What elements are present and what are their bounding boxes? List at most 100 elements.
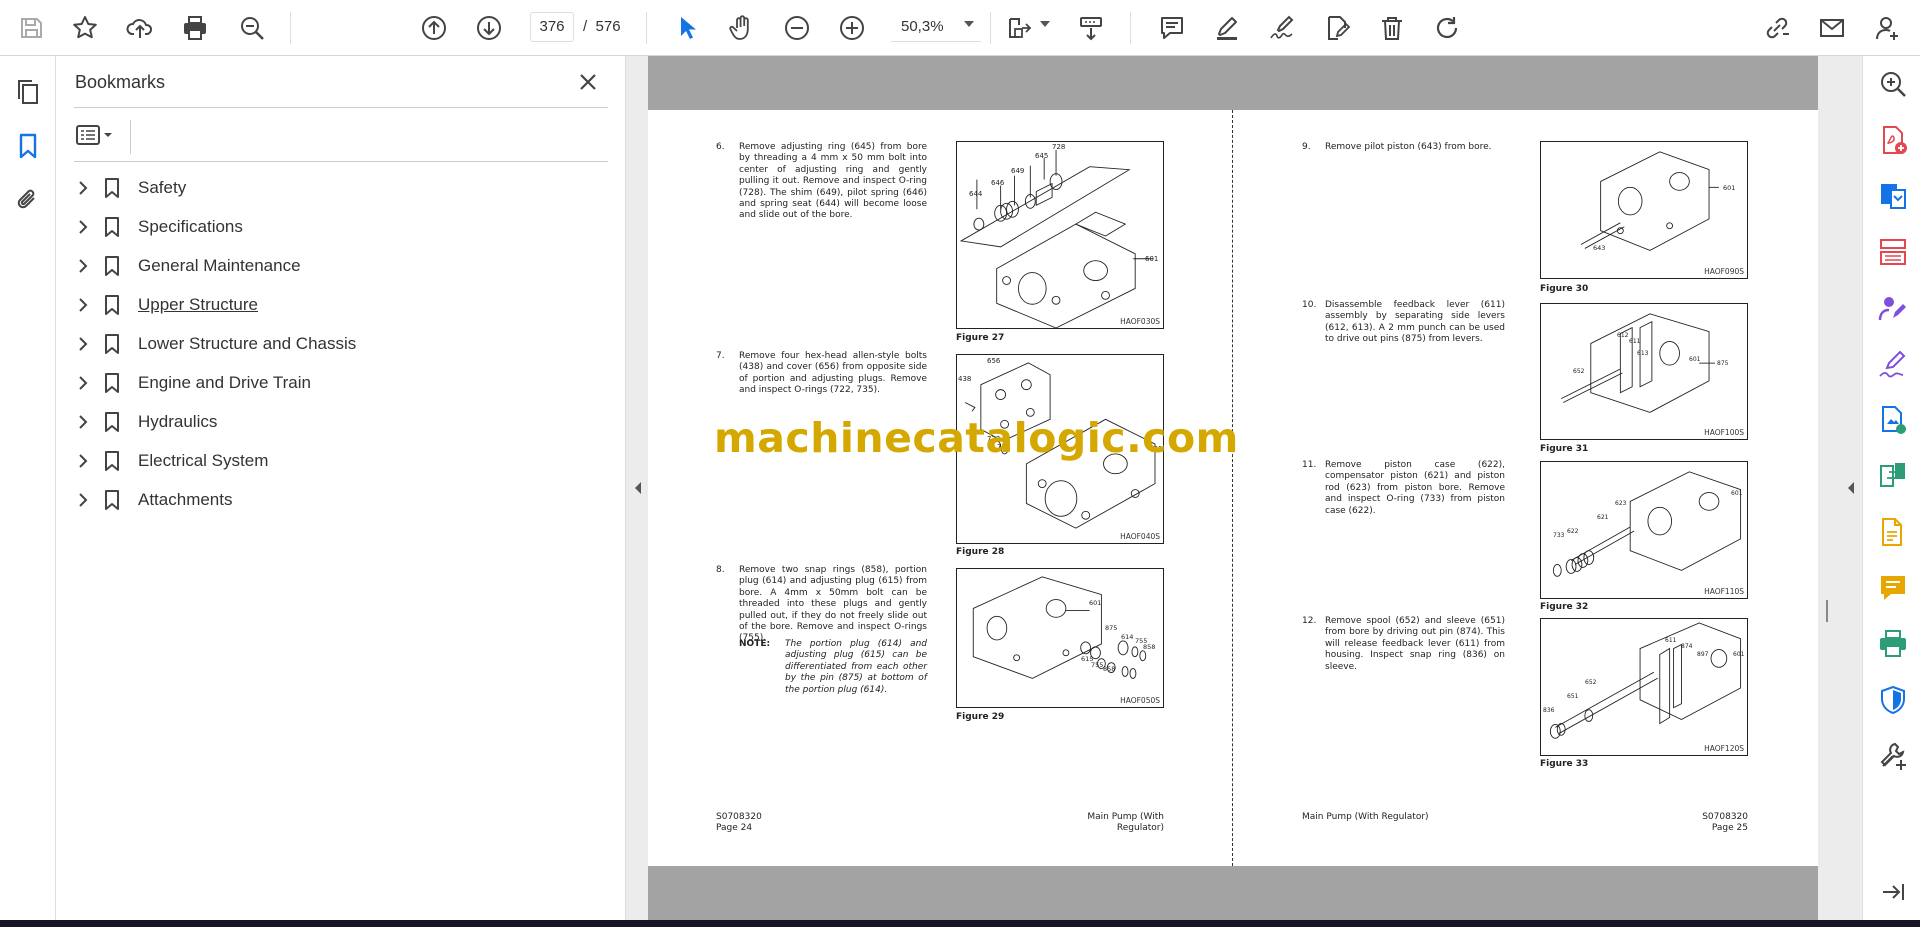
bookmark-options-button[interactable] [74,120,124,150]
chevron-right-icon[interactable] [72,489,94,511]
figure-31: 612 611 613 601 875 652 HAOF100S [1540,303,1748,440]
step-number: 9. [1302,142,1311,152]
right-tools-rail [1862,56,1920,920]
collapse-right-panel-icon[interactable] [1845,480,1857,496]
star-icon[interactable] [65,8,105,48]
select-cursor-icon[interactable] [667,8,707,48]
step-text: Remove four hex-head allen-style bolts (… [739,351,927,396]
collapse-left-panel-icon[interactable] [632,480,644,496]
edit-pdf-icon[interactable] [1877,516,1909,548]
top-toolbar: 376 / 576 50,3% [0,0,1920,56]
email-icon[interactable] [1812,8,1852,48]
chevron-right-icon[interactable] [72,177,94,199]
export-image-icon[interactable] [1877,404,1909,436]
bookmark-item[interactable]: Safety [66,168,606,207]
zoom-dropdown-icon[interactable] [964,21,974,27]
attachments-icon[interactable] [8,180,48,220]
figure-caption: Figure 27 [956,333,1005,343]
left-nav-rail [0,56,56,920]
hand-icon[interactable] [722,8,762,48]
chevron-right-icon[interactable] [72,450,94,472]
step-number: 6. [716,142,725,152]
step-number: 12. [1302,616,1317,626]
chevron-right-icon[interactable] [72,216,94,238]
more-tools-icon[interactable] [1877,740,1909,772]
account-icon[interactable] [1868,8,1908,48]
page-up-icon[interactable] [414,8,454,48]
zoom-out-icon[interactable] [777,8,817,48]
export-pdf-icon[interactable] [1877,180,1909,212]
sign-icon[interactable] [1262,8,1302,48]
bookmark-item[interactable]: Specifications [66,207,606,246]
footer-section: Main Pump (With Regulator) [1087,812,1164,833]
organize-pages-icon[interactable] [1877,236,1909,268]
step-text: Remove two snap rings (858), portion plu… [739,565,927,644]
zoom-search-icon[interactable] [232,8,272,48]
bookmark-icon [105,372,119,393]
bookmark-icon [105,489,119,510]
os-taskbar [0,920,1920,927]
note-text: The portion plug (614) and adjusting plu… [785,639,927,695]
close-icon[interactable] [574,68,602,96]
print-production-icon[interactable] [1877,628,1909,660]
delete-icon[interactable] [1372,8,1412,48]
chevron-right-icon[interactable] [72,255,94,277]
chevron-right-icon[interactable] [72,372,94,394]
watermark: machinecatalogic.com [714,414,1239,462]
page-thumbnails-icon[interactable] [8,72,48,112]
bookmark-icon [105,450,119,471]
step-text: Remove adjusting ring (645) from bore by… [739,142,927,221]
zoom-level-select[interactable]: 50,3% [891,12,981,42]
zoom-tool-icon[interactable] [1877,68,1909,100]
bookmark-label: Lower Structure and Chassis [138,333,357,353]
edit-icon[interactable] [1317,8,1357,48]
bookmark-item[interactable]: Upper Structure [66,285,606,324]
upload-icon[interactable] [120,8,160,48]
highlight-pen-icon[interactable] [1207,8,1247,48]
figure-caption: Figure 28 [956,547,1005,557]
request-signature-icon[interactable] [1877,292,1909,324]
figure-caption: Figure 32 [1540,602,1589,612]
print-icon[interactable] [175,8,215,48]
figure-caption: Figure 31 [1540,444,1589,454]
bookmarks-icon[interactable] [8,126,48,166]
fit-dropdown-icon[interactable] [1040,21,1050,27]
bookmark-item[interactable]: Electrical System [66,441,606,480]
step-number: 7. [716,351,725,361]
fill-sign-icon[interactable] [1877,348,1909,380]
fit-page-icon[interactable] [1000,8,1040,48]
chevron-right-icon[interactable] [72,411,94,433]
bookmark-label: Electrical System [138,450,269,470]
bookmark-item[interactable]: Hydraulics [66,402,606,441]
figure-caption: Figure 30 [1540,284,1589,294]
figure-27: 728 645 649 646 644 601 HAOF030S [956,141,1164,329]
bookmark-item[interactable]: General Maintenance [66,246,606,285]
scroll-mode-icon[interactable] [1071,8,1111,48]
scrollbar-thumb[interactable] [1826,600,1828,622]
rotate-icon[interactable] [1427,8,1467,48]
expand-panel-icon[interactable] [1877,876,1909,908]
note-label: NOTE: [739,639,771,649]
create-pdf-icon[interactable] [1877,124,1909,156]
chevron-right-icon[interactable] [72,333,94,355]
chevron-right-icon[interactable] [72,294,94,316]
bookmarks-title: Bookmarks [75,72,166,92]
bookmark-icon [105,333,119,354]
page-number-input[interactable]: 376 [530,12,574,42]
comment-tool-icon[interactable] [1877,572,1909,604]
bookmark-icon [105,255,119,276]
bookmark-item[interactable]: Attachments [66,480,606,519]
page-down-icon[interactable] [469,8,509,48]
bookmark-item[interactable]: Lower Structure and Chassis [66,324,606,363]
bookmark-label: Specifications [138,216,243,236]
zoom-in-icon[interactable] [832,8,872,48]
protect-icon[interactable] [1877,684,1909,716]
footer-page: Page 25 [1711,823,1748,833]
bookmark-item[interactable]: Engine and Drive Train [66,363,606,402]
share-link-icon[interactable] [1757,8,1797,48]
document-canvas[interactable]: 6. Remove adjusting ring (645) from bore… [648,56,1818,920]
compare-icon[interactable] [1877,460,1909,492]
save-icon[interactable] [11,8,51,48]
bookmark-icon [105,411,119,432]
comment-icon[interactable] [1152,8,1192,48]
